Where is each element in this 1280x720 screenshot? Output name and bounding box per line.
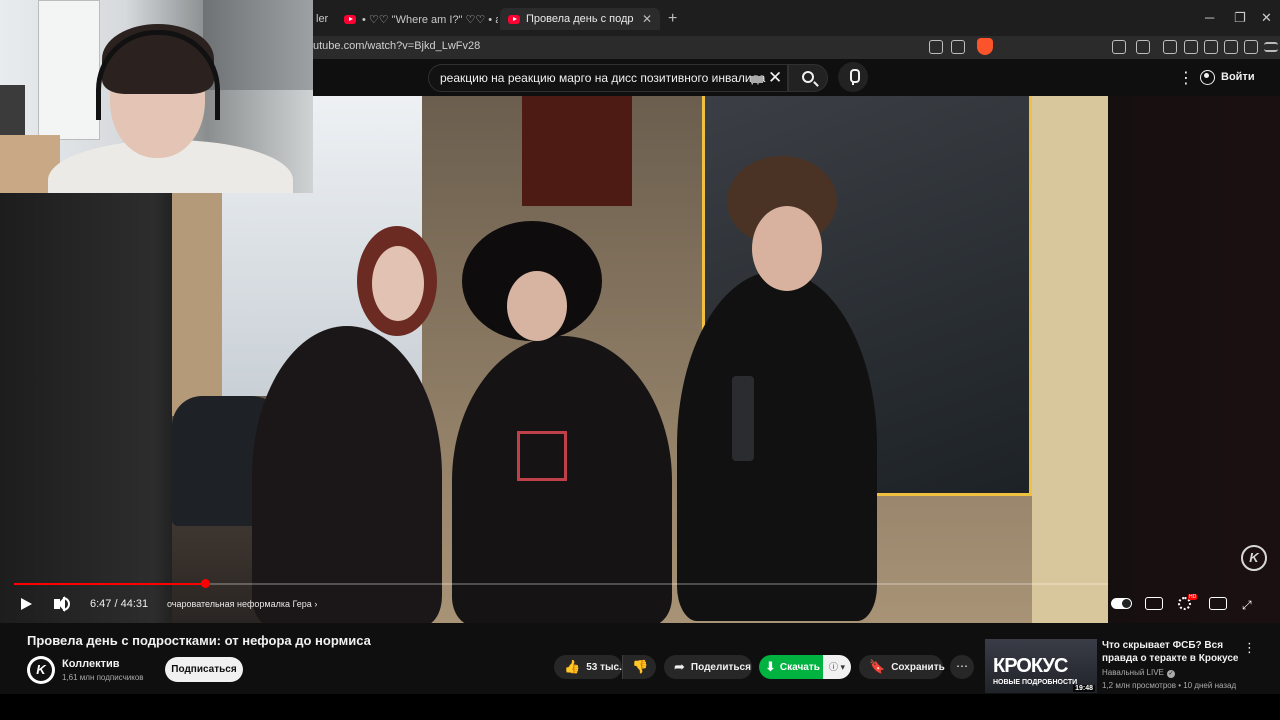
browser-tab-2[interactable]: • ♡♡ "Where am I?" ♡♡ • a dreamcore xyxy=(336,8,498,30)
dislike-button[interactable]: 👎 xyxy=(622,655,656,679)
recommended-channel-name: Навальный LIVE xyxy=(1102,668,1164,677)
browser-tab-active[interactable]: Провела день с подростками: от ✕ xyxy=(500,8,660,30)
extensions-icon[interactable] xyxy=(1112,40,1126,54)
like-count: 53 тыс. xyxy=(586,661,622,673)
fullscreen-icon[interactable]: ⤢ xyxy=(1242,598,1252,613)
music-icon[interactable] xyxy=(1163,40,1177,54)
person-1-face xyxy=(372,246,424,321)
thumbs-down-icon: 👎 xyxy=(632,659,649,674)
recommended-channel[interactable]: Навальный LIVE ✓ xyxy=(1102,668,1175,678)
recommended-menu-icon[interactable]: ⋮ xyxy=(1243,640,1256,656)
thumbs-up-icon: 👍 xyxy=(564,659,581,674)
progress-bar[interactable] xyxy=(14,579,1108,588)
hd-badge: HD xyxy=(1188,594,1198,600)
subscribe-button[interactable]: Подписаться xyxy=(165,657,243,682)
search-input[interactable]: реакцию на реакцию марго на дисс позитив… xyxy=(440,71,765,85)
download-icon: ⬇ xyxy=(765,659,776,674)
share-label: Поделиться xyxy=(690,661,751,673)
thumbnail-subtitle: НОВЫЕ ПОДРОБНОСТИ xyxy=(993,679,1078,686)
subscriber-count: 1,61 млн подписчиков xyxy=(62,673,144,682)
close-window-button[interactable]: ✕ xyxy=(1261,10,1272,26)
youtube-icon xyxy=(344,14,356,24)
tab-title: • ♡♡ "Where am I?" ♡♡ • a dreamcore xyxy=(362,13,498,26)
close-tab-icon[interactable]: ✕ xyxy=(642,12,652,26)
person-3 xyxy=(677,271,877,621)
clear-search-icon[interactable]: ✕ xyxy=(768,68,782,88)
channel-avatar[interactable] xyxy=(27,656,55,684)
video-title: Провела день с подростками: от нефора до… xyxy=(27,633,371,648)
webcam-door xyxy=(38,0,100,140)
video-pillar xyxy=(1032,96,1108,623)
video-building xyxy=(172,186,222,416)
channel-name[interactable]: Коллектив xyxy=(62,658,120,670)
recommended-title[interactable]: Что скрывает ФСБ? Вся правда о теракте в… xyxy=(1102,639,1242,665)
share-arrow-icon: ➦ xyxy=(674,659,685,674)
screenshot-icon[interactable] xyxy=(1136,40,1150,54)
hoodie-logo xyxy=(517,431,567,481)
video-duration: 19:48 xyxy=(1073,685,1095,692)
person-2-face xyxy=(507,271,567,341)
brave-shields-icon[interactable] xyxy=(977,38,993,55)
bookmark-icon: 🔖 xyxy=(869,659,886,674)
settings-menu-icon[interactable]: ⋮ xyxy=(1178,68,1194,88)
person-3-face xyxy=(752,206,822,291)
recommended-meta: 1,2 млн просмотров • 10 дней назад xyxy=(1102,681,1237,690)
play-button[interactable] xyxy=(21,598,32,610)
chapter-chevron-icon: › xyxy=(314,599,318,609)
signin-button[interactable]: Войти xyxy=(1200,65,1255,89)
youtube-icon xyxy=(508,14,520,24)
page-bottom-edge xyxy=(0,694,1280,720)
share-button[interactable]: ➦ Поделиться xyxy=(664,655,752,679)
channel-watermark[interactable]: K xyxy=(1241,545,1267,571)
keyboard-icon[interactable] xyxy=(751,76,763,83)
autoplay-toggle[interactable] xyxy=(1111,598,1132,609)
restore-button[interactable]: ❐ xyxy=(1234,10,1246,26)
save-button[interactable]: 🔖 Сохранить xyxy=(859,655,945,679)
person-1 xyxy=(252,326,442,623)
like-button[interactable]: 👍 53 тыс. xyxy=(554,655,622,679)
wallet-icon[interactable] xyxy=(1204,40,1218,54)
time-display: 6:47 / 44:31 xyxy=(90,598,149,610)
account-icon xyxy=(1200,69,1215,85)
recommended-thumbnail[interactable]: КРОКУС НОВЫЕ ПОДРОБНОСТИ 19:48 xyxy=(985,639,1097,693)
more-actions-button[interactable]: ⋯ xyxy=(950,655,974,679)
chapter-title[interactable]: очаровательная неформалка Гера › xyxy=(167,599,317,609)
sidebar-icon[interactable] xyxy=(1184,40,1198,54)
chapter-label: очаровательная неформалка Гера xyxy=(167,599,312,609)
tab-title: ler xyxy=(316,13,329,25)
share-icon[interactable] xyxy=(951,40,965,54)
vpn-icon[interactable] xyxy=(1244,40,1258,54)
download-options-icon[interactable]: ⓘ ▾ xyxy=(823,655,851,679)
thumbnail-title: КРОКУС xyxy=(993,655,1068,677)
search-button[interactable] xyxy=(788,64,828,92)
volume-icon[interactable] xyxy=(54,596,65,612)
download-label: Скачать xyxy=(779,661,820,673)
webcam-shelf xyxy=(0,85,25,135)
tab-title: Провела день с подростками: от xyxy=(526,13,634,25)
progress-played xyxy=(14,583,206,585)
new-tab-button[interactable]: + xyxy=(668,10,677,28)
search-icon xyxy=(802,71,814,83)
voice-search-button[interactable] xyxy=(838,62,868,92)
save-label: Сохранить xyxy=(891,661,945,673)
subtitles-icon[interactable] xyxy=(1145,597,1163,610)
signin-label: Войти xyxy=(1221,71,1255,83)
webcam-overlay xyxy=(0,0,313,193)
energy-can xyxy=(732,376,754,461)
leo-icon[interactable] xyxy=(1224,40,1238,54)
minimize-button[interactable]: ─ xyxy=(1205,10,1214,25)
verified-icon: ✓ xyxy=(1166,670,1175,678)
search-box[interactable]: реакцию на реакцию марго на дисс позитив… xyxy=(428,64,788,92)
video-sign xyxy=(522,96,632,206)
menu-icon[interactable] xyxy=(1264,42,1278,52)
cast-icon[interactable] xyxy=(929,40,943,54)
webcam-fridge xyxy=(203,0,313,90)
download-button[interactable]: ⬇ Скачать xyxy=(759,655,823,679)
theater-mode-icon[interactable] xyxy=(1209,597,1227,610)
url-field[interactable]: utube.com/watch?v=Bjkd_LwFv28 xyxy=(313,40,480,52)
